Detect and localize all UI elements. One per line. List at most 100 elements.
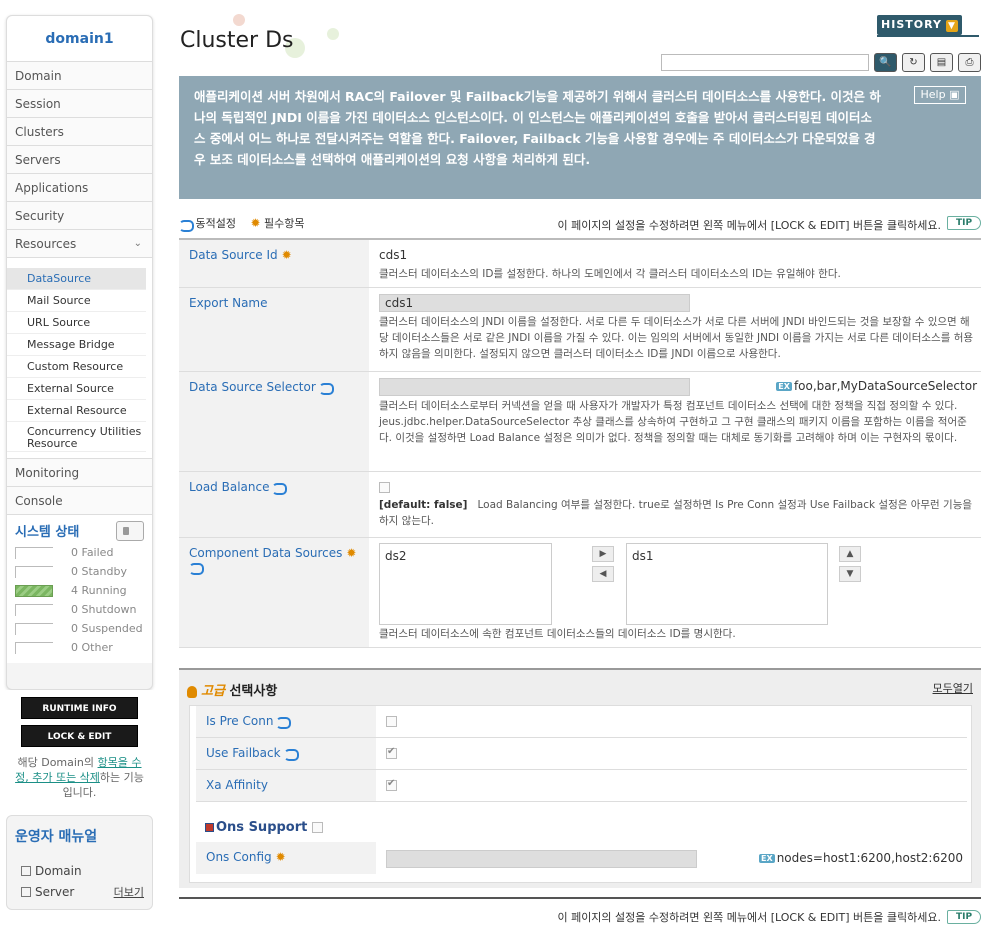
lock-edit-notice: 이 페이지의 설정을 수정하려면 왼쪽 메뉴에서 [LOCK & EDIT] 버… [557, 219, 941, 232]
domain-title[interactable]: domain1 [7, 16, 152, 62]
help-text: 클러스터 데이터소스로부터 커넥션을 얻을 때 사용자가 개발자가 특정 컴포넌… [379, 400, 967, 444]
help-text: 클러스터 데이터소스의 JNDI 이름을 설정한다. 서로 다른 두 데이터소스… [379, 316, 974, 360]
sub-datasource[interactable]: DataSource [7, 268, 146, 290]
nav-resources[interactable]: Resources ⌄ [7, 230, 152, 258]
example-value: nodes=host1:6200,host2:6200 [776, 851, 963, 865]
sub-concurrency-utilities[interactable]: Concurrency Utilities Resource [7, 422, 146, 452]
legend-dynamic: 동적설정 [195, 217, 236, 230]
legend-row: 동적설정 ✹ 필수항목 이 페이지의 설정을 수정하려면 왼쪽 메뉴에서 [LO… [179, 215, 981, 237]
chevron-down-icon: ▼ [945, 20, 958, 32]
load-balance-checkbox[interactable] [379, 481, 390, 493]
is-pre-conn-checkbox[interactable] [386, 716, 397, 727]
refresh-button[interactable]: ↻ [902, 53, 925, 72]
xml-icon: ▤ [936, 57, 947, 68]
note-text: 해당 Domain의 [17, 756, 98, 769]
expand-all-link[interactable]: 모두열기 [933, 680, 973, 696]
system-status: 시스템 상태 0 Failed 0 Standby 4 Running 0 Sh… [7, 515, 152, 663]
use-failback-checkbox[interactable] [386, 746, 397, 759]
sub-mail-source[interactable]: Mail Source [7, 290, 146, 312]
selected-list[interactable]: ds1 [626, 543, 828, 625]
label-text: Use Failback [206, 746, 281, 760]
status-bar-running [15, 584, 53, 597]
runtime-info-button[interactable]: RUNTIME INFO [21, 697, 138, 719]
sync-icon [272, 482, 288, 495]
sub-external-resource[interactable]: External Resource [7, 400, 146, 422]
sub-message-bridge[interactable]: Message Bridge [7, 334, 146, 356]
ons-config-input[interactable] [386, 850, 697, 868]
label-text: Ons Config [206, 850, 272, 864]
label-text: Load Balance [189, 480, 270, 494]
footer-divider [179, 897, 981, 899]
more-link[interactable]: 더보기 [114, 884, 144, 900]
nav-domain[interactable]: Domain [7, 62, 152, 90]
data-source-id-value: cds1 [379, 248, 408, 262]
nav-console[interactable]: Console [7, 487, 152, 515]
nav-monitoring[interactable]: Monitoring [7, 459, 152, 487]
description-text: 애플리케이션 서버 차원에서 RAC의 Failover 및 Failback기… [194, 89, 881, 167]
ons-support-checkbox[interactable] [311, 822, 323, 833]
monitor-icon[interactable] [116, 521, 144, 541]
sync-icon [189, 562, 204, 575]
history-button[interactable]: HISTORY ▼ [877, 15, 962, 35]
nav-clusters[interactable]: Clusters [7, 118, 152, 146]
history-label: HISTORY [881, 18, 942, 31]
status-label: Running [81, 584, 127, 597]
label-is-pre-conn: Is Pre Conn [196, 706, 376, 737]
system-status-title: 시스템 상태 [15, 525, 80, 540]
advanced-title[interactable]: 고급 선택사항 [187, 680, 277, 699]
resources-submenu: DataSource Mail Source URL Source Messag… [7, 258, 152, 459]
manual-item-label: Server [35, 884, 75, 899]
nav-security[interactable]: Security [7, 202, 152, 230]
status-label: Other [81, 641, 113, 654]
nav-session[interactable]: Session [7, 90, 152, 118]
status-count: 4 [71, 584, 78, 597]
status-label: Failed [81, 546, 114, 559]
move-down-button[interactable]: ▼ [839, 566, 861, 582]
export-name-input[interactable]: cds1 [379, 294, 690, 312]
label-ons-config: Ons Config ✹ [196, 842, 376, 874]
status-label: Suspended [81, 622, 143, 635]
status-bar [15, 603, 53, 616]
search-input[interactable] [661, 54, 869, 71]
label-text: Data Source Selector [189, 380, 316, 394]
sub-external-source[interactable]: External Source [7, 378, 146, 400]
row-data-source-selector: Data Source Selector EX foo,bar,MyDataSou… [179, 372, 981, 472]
form-table: Data Source Id ✹ cds1 클러스터 데이터소스의 ID를 설정한… [179, 238, 981, 648]
search-button[interactable]: 🔍 [874, 53, 897, 72]
tip-badge[interactable]: TIP [947, 910, 981, 924]
list-item[interactable]: ds2 [385, 549, 546, 563]
refresh-icon: ↻ [909, 57, 918, 68]
data-source-selector-input[interactable] [379, 378, 690, 396]
xa-affinity-checkbox[interactable] [386, 778, 397, 791]
history-underline [877, 35, 979, 37]
example-badge: EX [776, 382, 792, 391]
ons-support-toggle[interactable]: Ons Support [205, 820, 323, 835]
status-count: 0 [71, 641, 78, 654]
lock-edit-button[interactable]: LOCK & EDIT [21, 725, 138, 747]
manual-item-server[interactable]: Server 더보기 [15, 881, 144, 902]
sub-url-source[interactable]: URL Source [7, 312, 146, 334]
status-standby: 0 Standby [15, 562, 144, 581]
lock-edit-note: 해당 Domain의 항목을 수정, 추가 또는 삭제하는 기능입니다. [6, 753, 153, 802]
xml-button[interactable]: ▤ [930, 53, 953, 72]
advanced-panel: Is Pre Conn Use Failback Xa Affinity Ons… [189, 705, 972, 883]
available-list[interactable]: ds2 [379, 543, 552, 625]
move-up-button[interactable]: ▲ [839, 546, 861, 562]
print-button[interactable]: ⎙ [958, 53, 981, 72]
help-label: Help [920, 88, 946, 101]
sub-custom-resource[interactable]: Custom Resource [7, 356, 146, 378]
list-item[interactable]: ds1 [632, 549, 822, 563]
sync-icon [276, 716, 292, 729]
status-bar [15, 641, 53, 654]
move-right-button[interactable]: ▶ [592, 546, 614, 562]
help-button[interactable]: Help ▣ [914, 86, 966, 104]
manual-title: 운영자 매뉴얼 [15, 829, 98, 845]
label-text: Component Data Sources [189, 546, 343, 560]
manual-item-domain[interactable]: Domain [15, 860, 144, 881]
manual-item-label: Domain [35, 863, 82, 878]
move-left-button[interactable]: ◀ [592, 566, 614, 582]
nav-applications[interactable]: Applications [7, 174, 152, 202]
label-component-data-sources: Component Data Sources ✹ [179, 538, 369, 647]
tip-badge[interactable]: TIP [947, 216, 981, 230]
nav-servers[interactable]: Servers [7, 146, 152, 174]
